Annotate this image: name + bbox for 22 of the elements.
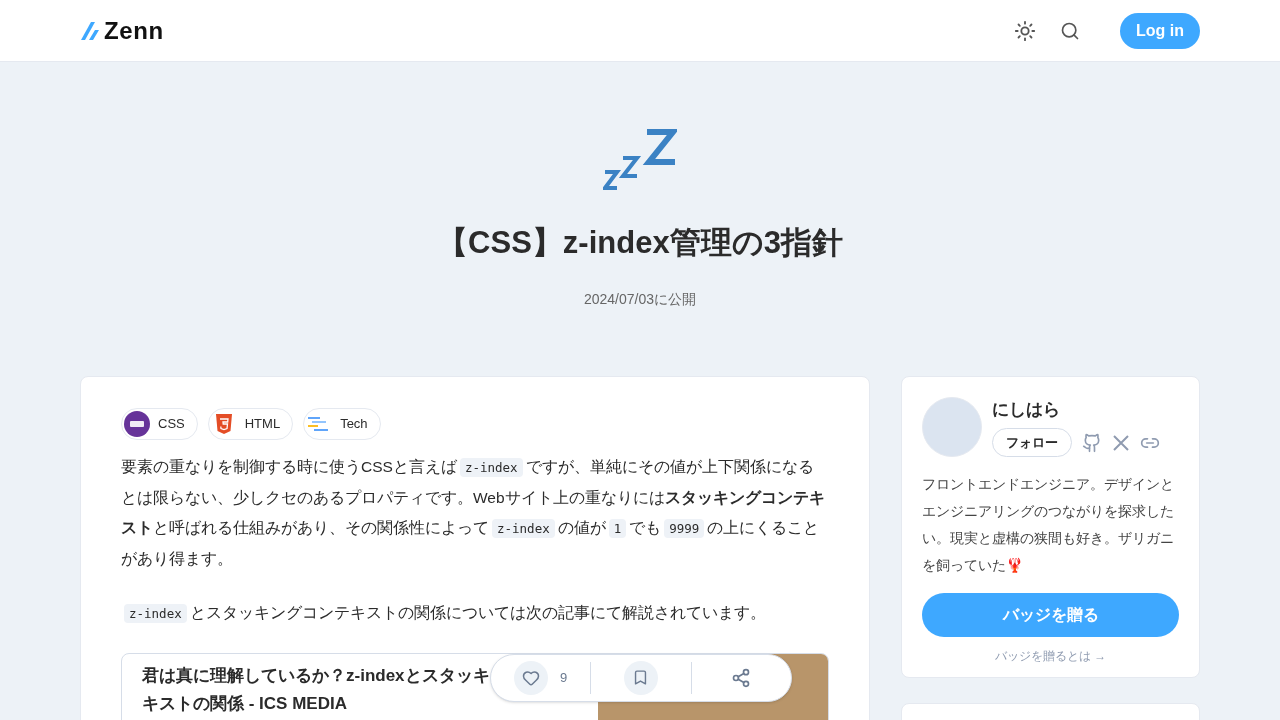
body-paragraph: 要素の重なりを制御する時に使うCSSと言えば z-index ですが、単純にその値が上下関係になるとは限らない、少しクセのあるプロパティです。Webサイト上の重なりにはスタッキングコンテキストと呼ばれる仕組みがあり、その関係性によって z-index の値が 1 でも 9999 の上にくることがあり得ます。 [121, 456, 826, 569]
body-paragraph: z-index とスタッキングコンテキストの関係については次の記事にて解説されています。 [121, 597, 829, 629]
theme-toggle-icon[interactable] [1014, 19, 1036, 42]
author-name[interactable]: にしはら [992, 396, 1160, 422]
search-icon[interactable] [1060, 20, 1080, 41]
x-logo-icon[interactable] [1112, 433, 1130, 452]
logo-text[interactable]: Zenn [104, 12, 164, 49]
html5-logo-icon [214, 413, 233, 434]
share-icon[interactable] [731, 667, 752, 688]
publish-date: 2024/07/03に公開 [583, 289, 697, 309]
article-title: 【CSS】z-index管理の3指針 [437, 224, 843, 262]
like-button[interactable] [514, 660, 549, 695]
logo-mark-icon [80, 20, 100, 41]
bookmark-button[interactable] [624, 660, 658, 695]
github-icon[interactable] [1082, 432, 1102, 453]
like-count: 9 [560, 668, 568, 687]
link-card-title: 君は真に理解しているか？z-indexとスタッキ [142, 664, 490, 687]
lines-icon [308, 415, 331, 432]
link-card-title: キストの関係 - ICS MEDIA [142, 692, 347, 715]
css-logo-icon [124, 410, 150, 437]
heart-icon [522, 668, 541, 687]
author-bio: フロントエンドエンジニア。デザインとエンジニアリングのつながりを探求したい。現実と虚構の狭間も好き。ザリガニを飼っていた🦞 [922, 475, 1175, 575]
